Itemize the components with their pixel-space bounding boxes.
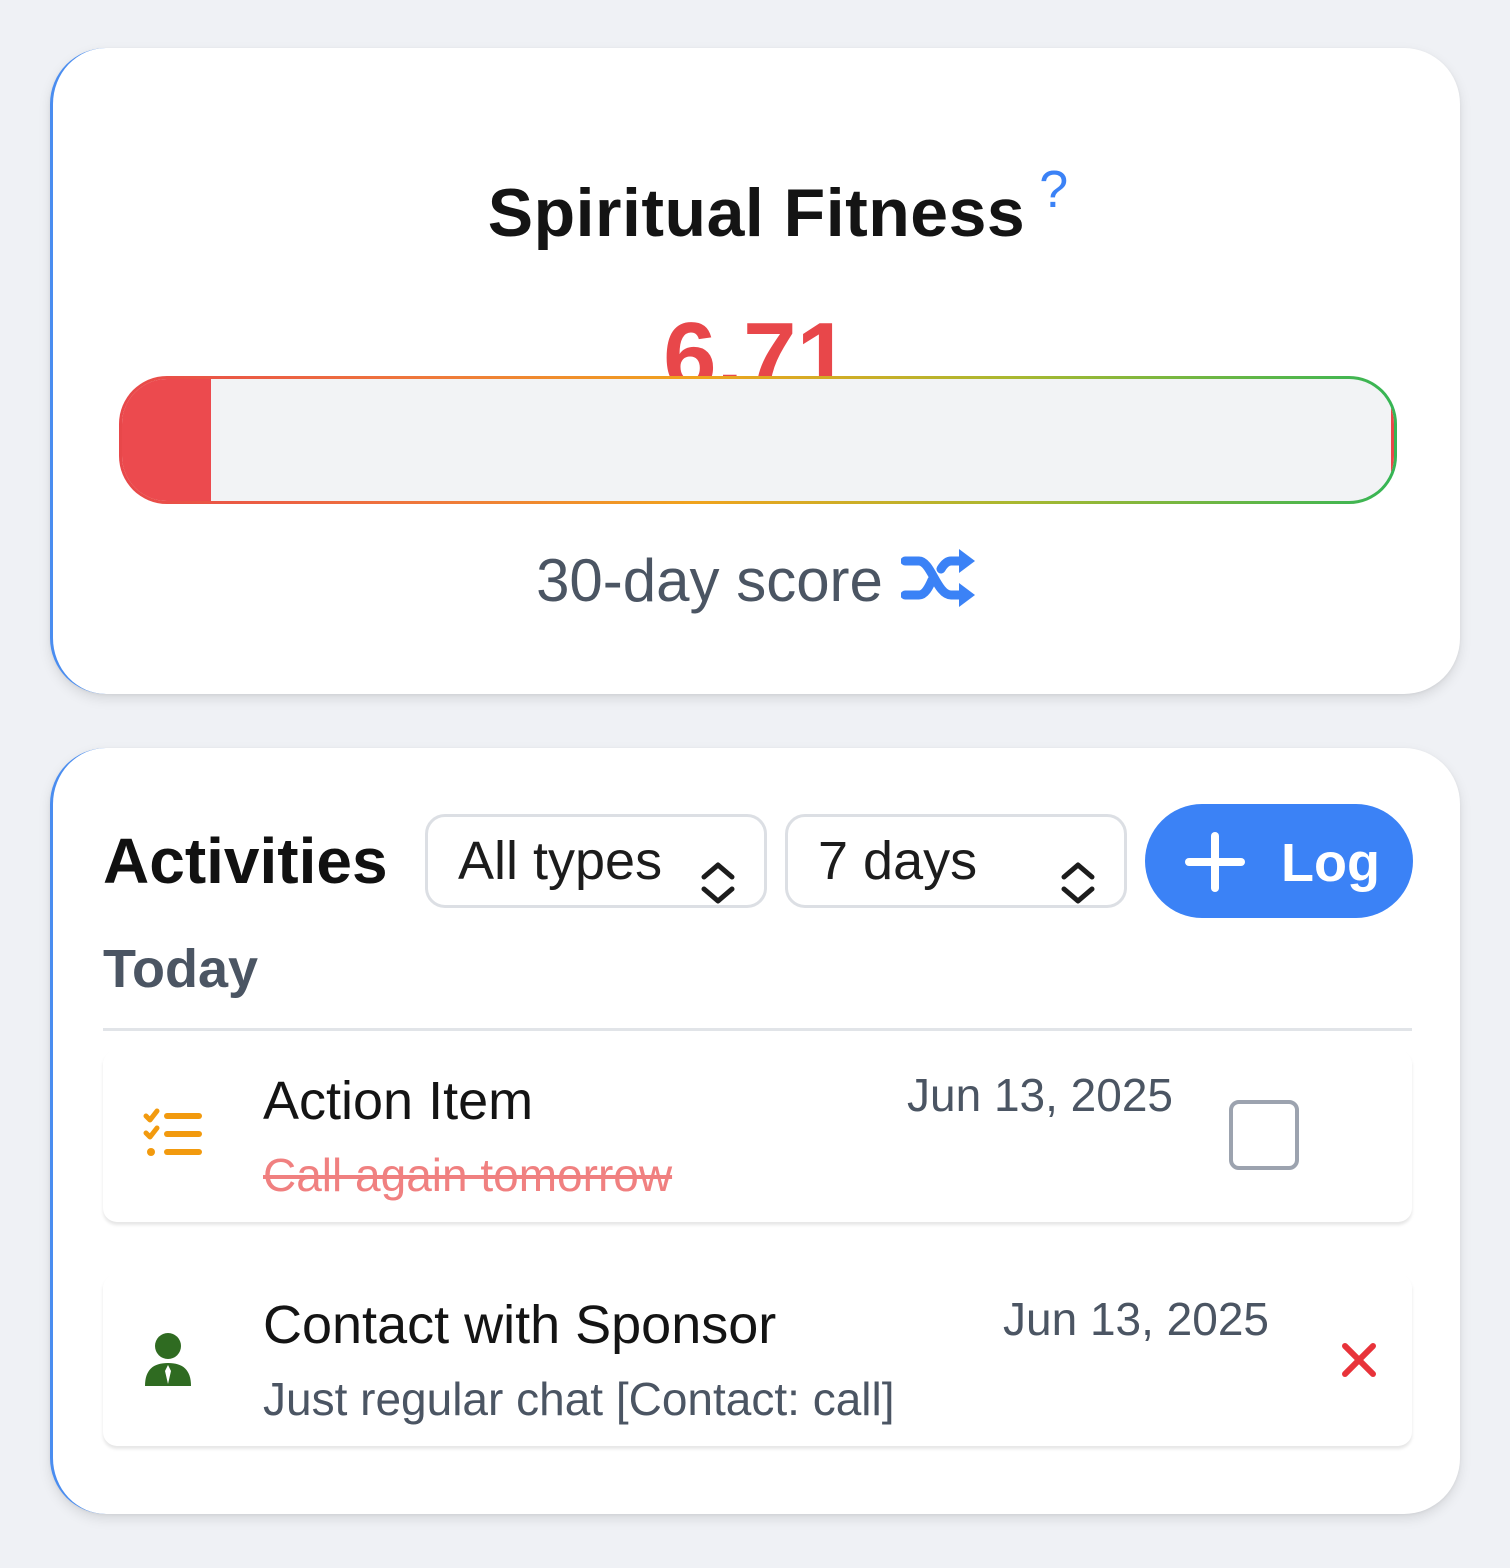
activity-row[interactable]: Contact with Sponsor Just regular chat [… bbox=[103, 1274, 1412, 1446]
activities-header: Activities All types 7 days Log bbox=[103, 804, 1413, 924]
activity-description: Just regular chat [Contact: call] bbox=[263, 1373, 895, 1425]
activities-title: Activities bbox=[103, 825, 388, 897]
fitness-title: Spiritual Fitness bbox=[487, 175, 1026, 251]
fitness-title-row: Spiritual Fitness? bbox=[53, 161, 1460, 254]
plus-icon bbox=[1185, 832, 1245, 905]
activity-date: Jun 13, 2025 bbox=[907, 1069, 1174, 1121]
score-progress-bar bbox=[119, 376, 1397, 504]
score-progress-fill bbox=[122, 379, 212, 501]
activity-description: Call again tomorrow bbox=[263, 1149, 673, 1201]
section-label-today: Today bbox=[103, 939, 259, 999]
chevron-up-down-icon bbox=[700, 843, 736, 931]
activities-card: Activities All types 7 days Log Today Ac… bbox=[50, 748, 1460, 1514]
chevron-up-down-icon bbox=[1060, 843, 1096, 931]
section-divider bbox=[103, 1028, 1412, 1031]
shuffle-icon[interactable] bbox=[900, 547, 977, 623]
activity-date: Jun 13, 2025 bbox=[1003, 1293, 1270, 1345]
log-activity-button[interactable]: Log bbox=[1145, 804, 1413, 918]
spiritual-fitness-card: Spiritual Fitness? 6.71 30-day score bbox=[50, 48, 1460, 694]
activity-type-select[interactable]: All types bbox=[425, 814, 767, 908]
help-icon[interactable]: ? bbox=[1039, 160, 1068, 220]
activity-type: Action Item bbox=[263, 1071, 534, 1131]
activity-type: Contact with Sponsor bbox=[263, 1295, 777, 1355]
score-period-label: 30-day score bbox=[53, 546, 1460, 623]
log-button-label: Log bbox=[1281, 833, 1380, 893]
complete-checkbox[interactable] bbox=[1229, 1100, 1299, 1170]
date-range-value: 7 days bbox=[818, 831, 978, 891]
activity-row[interactable]: Action Item Call again tomorrow Jun 13, … bbox=[103, 1050, 1412, 1222]
delete-icon[interactable] bbox=[1341, 1342, 1377, 1383]
score-progress-end-marker bbox=[1391, 397, 1394, 483]
checklist-icon bbox=[143, 1108, 203, 1165]
score-period-text: 30-day score bbox=[536, 547, 883, 614]
sponsor-person-icon bbox=[143, 1332, 193, 1393]
date-range-select[interactable]: 7 days bbox=[785, 814, 1127, 908]
activity-type-value: All types bbox=[458, 831, 663, 891]
